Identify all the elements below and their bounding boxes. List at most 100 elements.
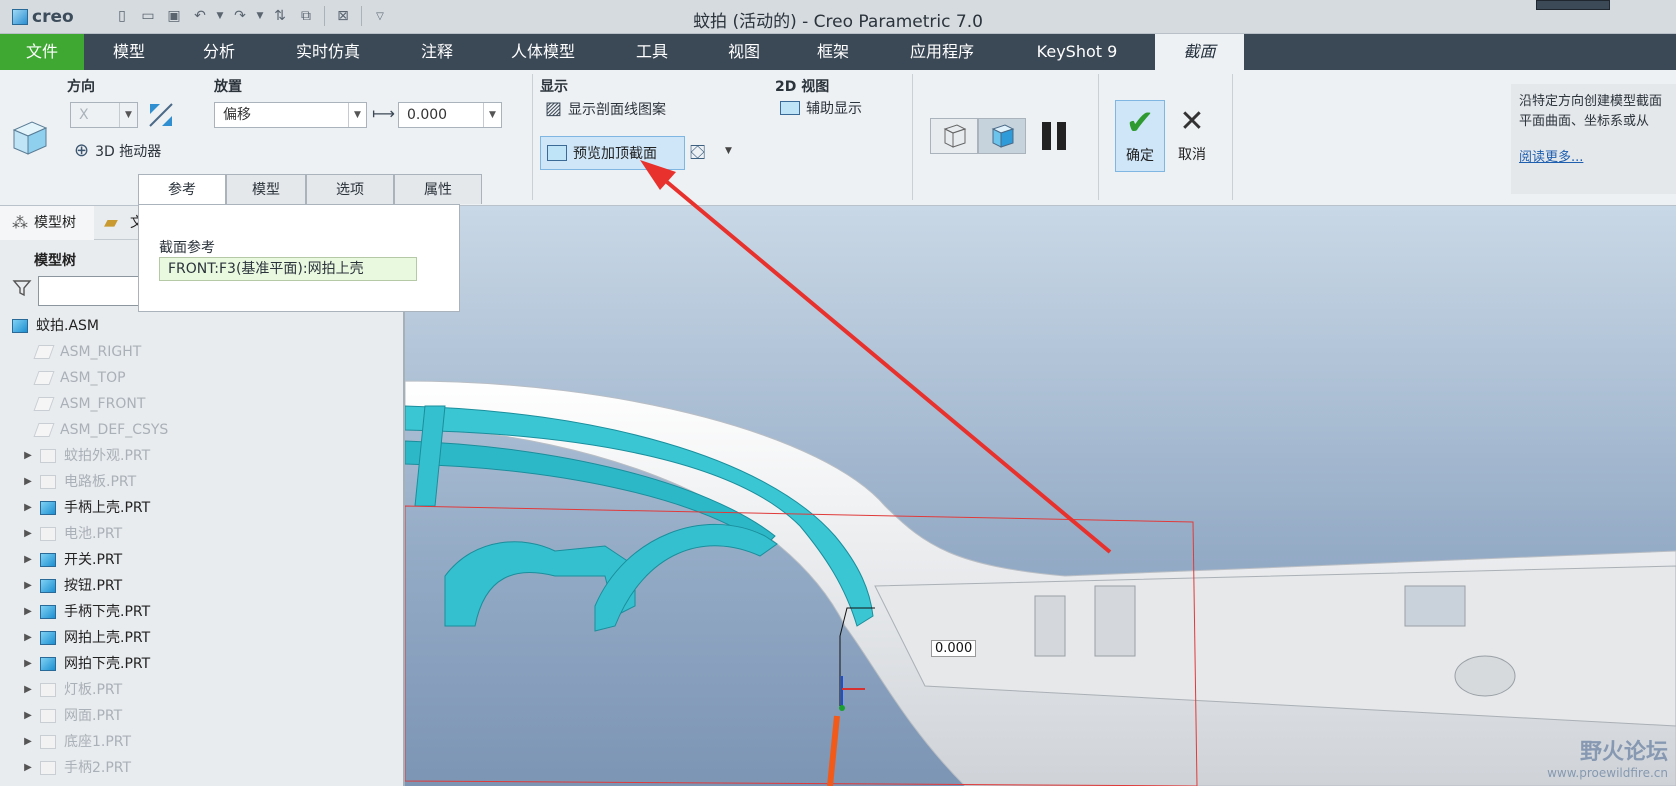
pause-icon [1057,122,1066,150]
tree-item-label: ASM_DEF_CSYS [60,422,169,438]
clip-solid-toggle[interactable] [930,118,978,154]
tab-tools[interactable]: 工具 [604,34,700,70]
expand-arrow-icon[interactable]: ▶ [16,470,40,494]
tab-annotate[interactable]: 注释 [392,34,482,70]
tree-item-label: 手柄下壳.PRT [64,604,151,620]
tree-item[interactable]: ▶ 按钮.PRT [0,574,122,598]
checkmark-icon: ✔ [1125,103,1155,143]
subtab-model[interactable]: 模型 [226,174,306,204]
tree-item[interactable]: ▶ 蚊拍外观.PRT [0,444,150,468]
dragger-icon: ⊕ [74,140,90,161]
part-icon [40,709,56,723]
tab-keyshot[interactable]: KeyShot 9 [1006,34,1148,70]
expand-arrow-icon[interactable]: ▶ [16,678,40,702]
part-icon [40,475,56,489]
tree-item[interactable]: ▶ 网拍下壳.PRT [0,652,150,676]
pause-button[interactable] [1040,122,1070,150]
section-reference-label: 截面参考 [159,240,215,256]
tree-item[interactable]: ASM_RIGHT [0,340,141,364]
tree-item[interactable]: ▶ 电路板.PRT [0,470,136,494]
ok-button[interactable]: ✔ 确定 [1115,100,1165,172]
cancel-button[interactable]: ✕ 取消 [1168,100,1216,172]
tree-item-label: 手柄2.PRT [64,760,132,776]
tab-file[interactable]: 文件 [0,34,84,70]
expand-arrow-icon[interactable]: ▶ [16,704,40,728]
color-dropdown-icon[interactable]: ▼ [725,146,732,156]
expand-arrow-icon[interactable]: ▶ [16,522,40,546]
3d-dragger-button[interactable]: ⊕ 3D 拖动器 [74,140,161,161]
expand-arrow-icon[interactable]: ▶ [16,730,40,754]
offset-dimension-label[interactable]: 0.000 [931,640,977,657]
clip-cap-toggle[interactable] [978,118,1026,154]
tab-view[interactable]: 视图 [700,34,788,70]
graphics-viewport[interactable]: 0.000 野火论坛 www.proewildfire.cn [405,206,1676,786]
tree-item-label: 电池.PRT [64,526,123,542]
tree-item[interactable]: ▶ 电池.PRT [0,522,122,546]
flip-direction-icon[interactable] [146,100,176,130]
tab-folder-browser[interactable]: ▰ 文 [96,206,144,240]
tree-item[interactable]: ASM_DEF_CSYS [0,418,168,442]
filter-icon[interactable] [12,278,32,298]
tree-item[interactable]: ▶ 网拍上壳.PRT [0,626,150,650]
tab-model-tree[interactable]: ⁂ 模型树 [0,206,94,240]
offset-value-input[interactable]: 0.000 ▼ [398,102,502,128]
expand-arrow-icon[interactable]: ▶ [16,652,40,676]
expand-arrow-icon[interactable]: ▶ [16,574,40,598]
tree-item[interactable]: ASM_TOP [0,366,126,390]
tree-item[interactable]: ▶ 手柄2.PRT [0,756,131,780]
read-more-link[interactable]: 阅读更多... [1519,148,1668,168]
tree-item[interactable]: ▶ 灯板.PRT [0,678,122,702]
expand-arrow-icon[interactable]: ▶ [16,548,40,572]
csys-icon [33,423,55,437]
aux-display-button[interactable]: 辅助显示 [780,98,862,118]
expand-arrow-icon[interactable]: ▶ [16,756,40,780]
placement-type-select[interactable]: 偏移 ▼ [214,102,367,128]
tab-analysis[interactable]: 分析 [174,34,264,70]
part-icon [40,735,56,749]
watermark-text: 野火论坛 [1579,740,1668,765]
tree-item[interactable]: ▶ 手柄上壳.PRT [0,496,150,520]
tab-section[interactable]: 截面 [1155,34,1244,70]
model-tree-title: 模型树 [34,253,76,269]
tree-item-label: 蚊拍外观.PRT [64,448,151,464]
part-icon [40,527,56,541]
tab-model[interactable]: 模型 [84,34,174,70]
model-render [405,380,1676,786]
show-hatch-button[interactable]: ▨ 显示剖面线图案 [545,98,666,119]
tree-item[interactable]: ▶ 手柄下壳.PRT [0,600,150,624]
tree-item-label: 网拍下壳.PRT [64,656,151,672]
tree-item[interactable]: ▶ 开关.PRT [0,548,122,572]
expand-arrow-icon[interactable]: ▶ [16,496,40,520]
watermark-url: www.proewildfire.cn [1547,766,1668,780]
tree-item-label: 开关.PRT [64,552,123,568]
direction-axis-select[interactable]: X ▼ [70,102,138,128]
tab-manikin[interactable]: 人体模型 [482,34,604,70]
tree-item[interactable]: 蚊拍.ASM [0,314,99,338]
placement-group-label: 放置 [214,79,242,95]
subtab-references[interactable]: 参考 [138,174,226,206]
tree-item[interactable]: ASM_FRONT [0,392,145,416]
part-icon [40,761,56,775]
tab-framework[interactable]: 框架 [788,34,878,70]
expand-arrow-icon[interactable]: ▶ [16,600,40,624]
subtab-options[interactable]: 选项 [306,174,394,204]
section-reference-field[interactable]: FRONT:F3(基准平面):网拍上壳 [159,257,417,281]
window-title: 蚊拍 (活动的) - Creo Parametric 7.0 [693,12,983,32]
preview-capped-section-button[interactable]: 预览加顶截面 [540,136,685,170]
ok-label: 确定 [1126,148,1154,164]
tree-search-input[interactable] [38,276,148,306]
color-fill-icon[interactable]: ⛋ [690,140,705,164]
tab-applications[interactable]: 应用程序 [878,34,1006,70]
subtab-properties[interactable]: 属性 [394,174,482,204]
tab-model-tree-label: 模型树 [34,215,76,231]
tree-item[interactable]: ▶ 底座1.PRT [0,730,131,754]
3d-dragger-label: 3D 拖动器 [95,143,162,160]
tree-item-label: 电路板.PRT [64,474,137,490]
tree-item[interactable]: ▶ 网面.PRT [0,704,122,728]
expand-arrow-icon[interactable]: ▶ [16,444,40,468]
chevron-down-icon: ▼ [119,103,137,127]
direction-axis-value: X [79,107,89,123]
tab-live-simulation[interactable]: 实时仿真 [264,34,392,70]
expand-arrow-icon[interactable]: ▶ [16,626,40,650]
window-control[interactable] [1536,0,1610,10]
